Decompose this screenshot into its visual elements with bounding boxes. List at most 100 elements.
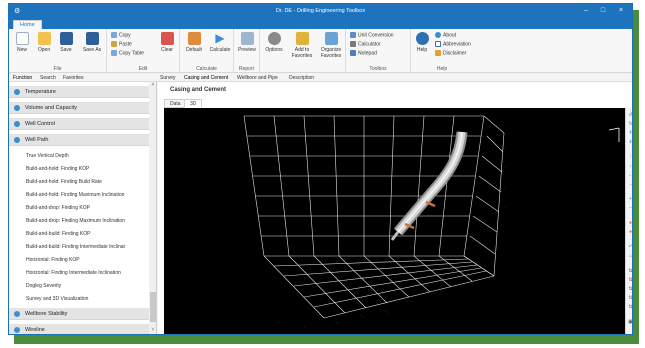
sidebar-item-well-path[interactable]: Build-and-build: Finding Intermediate In… — [9, 241, 149, 254]
sidebar-item-well-path[interactable]: Build-and-drop: Finding KOP — [9, 202, 149, 215]
tab-search[interactable]: Search — [40, 75, 56, 81]
unit-conversion-button[interactable]: Unit Conversion — [350, 32, 394, 38]
sidebar-item-well-path[interactable]: True Vertical Depth — [9, 150, 149, 163]
copy-table-button[interactable]: Copy Table — [111, 50, 144, 56]
scroll-up-arrow-icon[interactable]: ˄ — [149, 82, 156, 90]
options-button[interactable]: Options — [263, 32, 285, 53]
3d-wellpath-plot[interactable]: · · · · · · · · · · · · · · · · · · · · ·… — [164, 108, 628, 334]
sidebar-item-well-path[interactable]: Horizontal: Finding Intermediate Inclina… — [9, 267, 149, 280]
group-edit: Copy Paste Copy Table Clear Edit — [107, 29, 180, 73]
tilt-up-icon[interactable]: ↟ — [627, 130, 632, 136]
help-button[interactable]: Help — [411, 32, 433, 53]
save-as-button[interactable]: Save As — [79, 32, 105, 53]
section-wireline[interactable]: Wireline — [9, 324, 149, 334]
view-side-icon[interactable]: ⇅ — [627, 304, 632, 310]
tilt-down-icon[interactable]: ↡ — [627, 139, 632, 145]
svg-text:· ·: · · — [504, 185, 507, 189]
tab-wellbore-and-pipe[interactable]: Wellbore and Pipe — [237, 75, 278, 81]
pan-down-icon[interactable]: ↓ — [627, 163, 632, 169]
orientation-axes-icon — [608, 127, 620, 142]
panel-tabs-bar: Function Search Favorites Survey Casing … — [9, 73, 632, 83]
grid-floor — [263, 255, 495, 319]
maximize-button[interactable]: □ — [596, 6, 610, 16]
axis-y-icon[interactable]: ⇅ — [627, 277, 632, 283]
paste-button[interactable]: Paste — [111, 41, 132, 47]
pan-right-icon[interactable]: → — [627, 181, 632, 187]
save-as-disk-icon — [85, 32, 99, 45]
sidebar-item-well-path[interactable]: Survey and 3D Visualization — [9, 293, 149, 306]
copy-table-icon — [111, 50, 117, 56]
pan-up-icon[interactable]: ↑ — [627, 154, 632, 160]
new-button[interactable]: New — [11, 32, 33, 53]
sidebar-item-well-path[interactable]: Build-and-hold: Finding KOP — [9, 163, 149, 176]
notepad-button[interactable]: Notepad — [350, 50, 377, 56]
section-wellbore-stability[interactable]: Wellbore Stability — [9, 308, 149, 320]
copy-icon — [111, 32, 117, 38]
close-button[interactable]: × — [614, 6, 628, 16]
scroll-down-arrow-icon[interactable]: ˅ — [149, 327, 156, 334]
warning-icon — [435, 50, 441, 56]
help-label: Help — [416, 47, 428, 53]
sidebar-item-well-path[interactable]: Build-and-build: Finding KOP — [9, 228, 149, 241]
section-volume-capacity[interactable]: Volume and Capacity — [9, 102, 149, 114]
tab-survey[interactable]: Survey — [160, 75, 176, 81]
tab-function[interactable]: Function — [13, 75, 33, 83]
tab-casing-and-cement[interactable]: Casing and Cement — [184, 75, 229, 83]
calculate-button[interactable]: ▶ Calculate — [208, 32, 232, 54]
default-button[interactable]: Default — [183, 32, 205, 53]
tab-3d[interactable]: 3D — [184, 99, 203, 108]
color-fill-icon[interactable]: ● — [627, 220, 632, 226]
3d-viewport[interactable]: · · · · · · · · · · · · · · · · · · · · ·… — [164, 108, 628, 334]
eraser-icon — [187, 32, 201, 45]
axis-x-icon[interactable]: ⇅ — [627, 268, 632, 274]
copy-button[interactable]: Copy — [111, 32, 131, 38]
zoom-out-icon[interactable]: − — [627, 205, 632, 211]
save-button[interactable]: Save — [55, 32, 77, 53]
section-well-control[interactable]: Well Control — [9, 118, 149, 130]
ribbon-tabstrip: Home — [9, 19, 632, 29]
sidebar-scrollbar[interactable]: ˄ ˅ — [149, 82, 156, 334]
gear-icon — [267, 32, 281, 45]
rotate-right-icon[interactable]: ↻ — [627, 121, 632, 127]
sidebar-item-well-path[interactable]: Build-and-drop: Finding Maximum Inclinat… — [9, 215, 149, 228]
clear-table-icon — [160, 32, 174, 45]
home-view-icon[interactable]: ⌂ — [627, 253, 632, 259]
clear-button[interactable]: Clear — [156, 32, 178, 53]
organize-favorites-button[interactable]: Organize Favorites — [318, 32, 344, 59]
minimize-button[interactable]: – — [579, 6, 593, 16]
open-button[interactable]: Open — [33, 32, 55, 53]
info-icon — [435, 32, 441, 38]
view-front-icon[interactable]: ⇅ — [627, 295, 632, 301]
preview-button[interactable]: Preview — [236, 32, 258, 53]
calculator-label: Calculator — [358, 41, 381, 48]
tab-description[interactable]: Description — [289, 75, 314, 81]
about-button[interactable]: About — [435, 32, 456, 38]
section-well-path[interactable]: Well Path — [9, 134, 149, 146]
add-to-favorites-button[interactable]: Add to Favorites — [290, 32, 314, 59]
preview-label: Preview — [238, 47, 256, 53]
unit-conversion-icon — [350, 32, 356, 38]
section-temperature[interactable]: Temperature — [9, 86, 149, 98]
tab-favorites[interactable]: Favorites — [63, 75, 84, 81]
abbreviation-button[interactable]: Abbreviation — [435, 41, 471, 47]
expand-icon — [14, 327, 20, 333]
axis-z-icon[interactable]: ⇅ — [627, 286, 632, 292]
sidebar-item-well-path[interactable]: Horizontal: Finding KOP — [9, 254, 149, 267]
zoom-in-icon[interactable]: + — [627, 196, 632, 202]
sidebar-item-well-path[interactable]: Build-and-hold: Finding Build Rate — [9, 176, 149, 189]
section-label: Wireline — [25, 327, 45, 333]
pan-left-icon[interactable]: ← — [627, 172, 632, 178]
calculate-label: Calculate — [209, 47, 231, 53]
scroll-thumb[interactable] — [150, 292, 156, 322]
calculator-button[interactable]: Calculator — [350, 41, 381, 47]
reset-view-icon[interactable]: ↶ — [627, 244, 632, 250]
sidebar-item-well-path[interactable]: Build-and-hold: Finding Maximum Inclinat… — [9, 189, 149, 202]
tab-home[interactable]: Home — [13, 20, 42, 29]
disclaimer-button[interactable]: Disclaimer — [435, 50, 466, 56]
fullscreen-icon[interactable]: ▣ — [627, 319, 632, 325]
rotate-left-icon[interactable]: ↺ — [627, 112, 632, 118]
pipe-color-icon[interactable]: ● — [627, 229, 632, 235]
expand-icon — [14, 311, 20, 317]
app-window: ⚙ Dr. DE - Drilling Engineering Toolbox … — [8, 3, 633, 335]
sidebar-item-well-path[interactable]: Dogleg Severity — [9, 280, 149, 293]
